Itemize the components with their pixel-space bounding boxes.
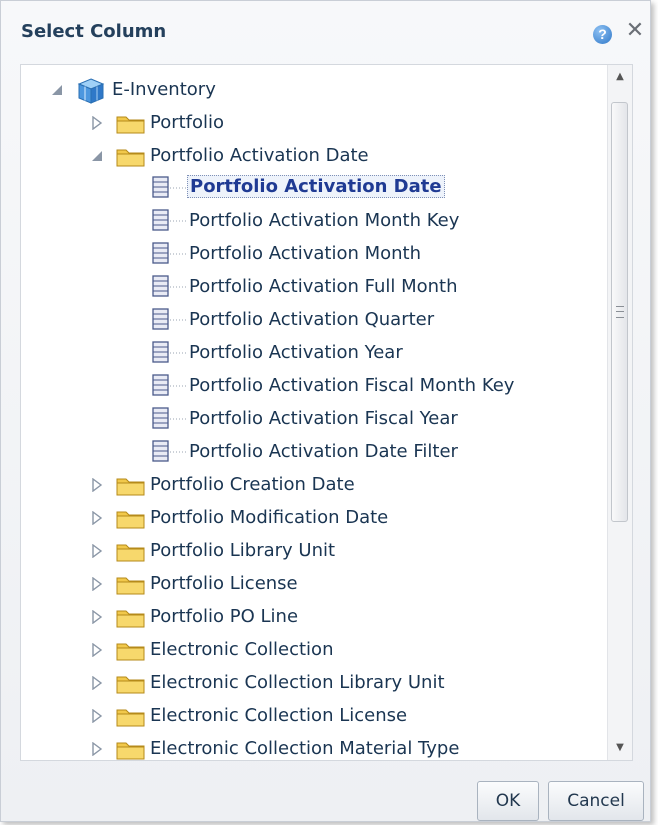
tree-column-portfolio-activation-fiscal-year[interactable]: Portfolio Activation Fiscal Year (21, 403, 608, 436)
folder-icon (116, 641, 146, 661)
select-column-dialog: Select Column ? ✕ E-Inventory Portfolio … (0, 0, 651, 822)
folder-icon (116, 509, 146, 529)
ok-button[interactable]: OK (477, 781, 539, 821)
tree-item-label: E-Inventory (112, 79, 216, 100)
vertical-scrollbar[interactable]: ▲ ▼ (607, 65, 632, 760)
tree-column-portfolio-activation-date-filter[interactable]: Portfolio Activation Date Filter (21, 436, 608, 469)
collapse-toggle-icon[interactable] (90, 116, 104, 130)
collapse-toggle-icon[interactable] (90, 742, 104, 756)
tree-item-label: Portfolio Activation Month Key (189, 210, 460, 231)
tree-folder-electronic-collection-material-type[interactable]: Electronic Collection Material Type (21, 733, 608, 760)
tree-item-label: Portfolio Activation Month (189, 243, 422, 264)
dialog-titlebar: Select Column ? ✕ (1, 1, 650, 61)
cube-icon (76, 77, 106, 105)
collapse-toggle-icon[interactable] (90, 511, 104, 525)
help-icon[interactable]: ? (593, 25, 612, 44)
collapse-toggle-icon[interactable] (90, 676, 104, 690)
close-icon[interactable]: ✕ (624, 19, 646, 43)
folder-icon (116, 674, 146, 694)
column-icon (152, 407, 188, 431)
tree-folder-portfolio-po-line[interactable]: Portfolio PO Line (21, 601, 608, 634)
tree-column-portfolio-activation-fiscal-month-key[interactable]: Portfolio Activation Fiscal Month Key (21, 370, 608, 403)
column-icon (152, 341, 188, 365)
collapse-toggle-icon[interactable] (90, 709, 104, 723)
tree-item-label: Portfolio License (150, 573, 298, 594)
tree-item-label: Portfolio Activation Fiscal Month Key (189, 375, 515, 396)
tree-folder-portfolio-activation-date[interactable]: Portfolio Activation Date (21, 140, 608, 173)
tree-item-label: Portfolio Activation Fiscal Year (189, 408, 458, 429)
tree-item-label: Portfolio Modification Date (150, 507, 389, 528)
dialog-title: Select Column (21, 21, 167, 42)
tree-item-label: Electronic Collection Material Type (150, 738, 460, 759)
folder-icon (116, 147, 146, 167)
column-icon (152, 374, 188, 398)
scroll-down-arrow-icon[interactable]: ▼ (608, 736, 632, 760)
tree-item-label: Portfolio Activation Date Filter (189, 441, 458, 462)
folder-icon (116, 740, 146, 760)
tree-item-label: Portfolio Activation Full Month (189, 276, 458, 297)
tree-folder-electronic-collection-library-unit[interactable]: Electronic Collection Library Unit (21, 667, 608, 700)
tree-item-label: Portfolio Activation Year (189, 342, 403, 363)
tree-folder-portfolio-modification-date[interactable]: Portfolio Modification Date (21, 502, 608, 535)
tree-item-label: Electronic Collection (150, 639, 334, 660)
tree-root-e-inventory[interactable]: E-Inventory (21, 74, 608, 107)
column-icon (152, 176, 188, 200)
folder-icon (116, 575, 146, 595)
cancel-button[interactable]: Cancel (548, 781, 644, 821)
tree-folder-portfolio-creation-date[interactable]: Portfolio Creation Date (21, 469, 608, 502)
collapse-toggle-icon[interactable] (90, 478, 104, 492)
tree-column-portfolio-activation-month[interactable]: Portfolio Activation Month (21, 238, 608, 271)
tree-column-portfolio-activation-date[interactable]: Portfolio Activation Date (21, 172, 608, 205)
tree-item-label: Portfolio Activation Date (150, 145, 369, 166)
tree-item-label: Portfolio Activation Quarter (189, 309, 435, 330)
expand-toggle-icon[interactable] (50, 83, 64, 97)
tree-item-label: Portfolio Creation Date (150, 474, 355, 495)
collapse-toggle-icon[interactable] (90, 544, 104, 558)
tree-folder-electronic-collection-license[interactable]: Electronic Collection License (21, 700, 608, 733)
column-icon (152, 308, 188, 332)
column-icon (152, 275, 188, 299)
column-tree: E-Inventory Portfolio Portfolio Activati… (20, 64, 633, 761)
tree-item-label: Electronic Collection Library Unit (150, 672, 445, 693)
grip-icon (616, 306, 624, 318)
tree-folder-electronic-collection[interactable]: Electronic Collection (21, 634, 608, 667)
tree-folder-portfolio[interactable]: Portfolio (21, 107, 608, 140)
scroll-up-arrow-icon[interactable]: ▲ (608, 65, 632, 89)
folder-icon (116, 542, 146, 562)
tree-column-portfolio-activation-quarter[interactable]: Portfolio Activation Quarter (21, 304, 608, 337)
folder-icon (116, 114, 146, 134)
tree-item-label: Electronic Collection License (150, 705, 408, 726)
tree-item-label: Portfolio Library Unit (150, 540, 336, 561)
tree-item-label: Portfolio (150, 112, 225, 133)
collapse-toggle-icon[interactable] (90, 577, 104, 591)
collapse-toggle-icon[interactable] (90, 610, 104, 624)
folder-icon (116, 476, 146, 496)
expand-toggle-icon[interactable] (90, 149, 104, 163)
tree-item-label: Portfolio PO Line (150, 606, 299, 627)
folder-icon (116, 608, 146, 628)
folder-icon (116, 707, 146, 727)
column-icon (152, 209, 188, 233)
tree-folder-portfolio-license[interactable]: Portfolio License (21, 568, 608, 601)
column-icon (152, 242, 188, 266)
tree-folder-portfolio-library-unit[interactable]: Portfolio Library Unit (21, 535, 608, 568)
tree-item-label-selected: Portfolio Activation Date (187, 175, 445, 198)
tree-column-portfolio-activation-year[interactable]: Portfolio Activation Year (21, 337, 608, 370)
scroll-thumb[interactable] (611, 102, 628, 522)
tree-column-portfolio-activation-full-month[interactable]: Portfolio Activation Full Month (21, 271, 608, 304)
column-icon (152, 440, 188, 464)
collapse-toggle-icon[interactable] (90, 643, 104, 657)
tree-column-portfolio-activation-month-key[interactable]: Portfolio Activation Month Key (21, 205, 608, 238)
